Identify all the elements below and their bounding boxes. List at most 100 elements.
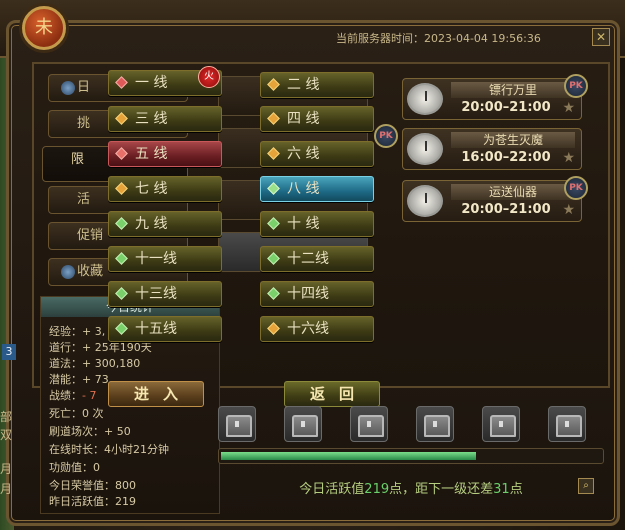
stat-value: 800	[115, 479, 136, 492]
line-button-5[interactable]: 五 线	[108, 141, 222, 167]
event-name: 运送仙器	[451, 184, 575, 200]
line-button-3[interactable]: 三 线	[108, 106, 222, 132]
line-button-4[interactable]: 四 线	[260, 106, 374, 132]
line-status-icon	[267, 78, 280, 91]
line-button-14[interactable]: 十四线	[260, 281, 374, 307]
search-icon[interactable]: ⌕	[578, 478, 594, 494]
activity-progress-bar	[218, 448, 604, 464]
stat-value: 0	[93, 461, 100, 474]
line-button-15[interactable]: 十五线	[108, 316, 222, 342]
stat-row: 死亡：0 次	[49, 405, 104, 421]
chest-icon[interactable]	[482, 406, 520, 442]
sidebar-item-label: 挑	[77, 116, 91, 131]
line-button-13[interactable]: 十三线	[108, 281, 222, 307]
chest-icon[interactable]	[350, 406, 388, 442]
chest-icon[interactable]	[218, 406, 256, 442]
stat-label: 道行：	[49, 341, 82, 354]
stat-row: 功勋值：0	[49, 459, 100, 475]
event-time: 20:00–21:00	[461, 202, 551, 217]
line-status-icon	[115, 182, 128, 195]
back-button[interactable]: 返回	[284, 381, 380, 407]
game-window: 未 当前服务器时间：2023-04-04 19:56:36 ✕ 日 挑 限 活 …	[0, 0, 625, 530]
line-status-icon	[115, 76, 128, 89]
line-status-icon	[267, 147, 280, 160]
server-time-label: 当前服务器时间：	[336, 32, 424, 45]
line-button-16[interactable]: 十六线	[260, 316, 374, 342]
sidebar-item-label: 促销	[77, 228, 104, 243]
stat-row: 战绩：- 7	[49, 387, 96, 403]
line-button-9[interactable]: 九 线	[108, 211, 222, 237]
sidebar-item-label: 活	[77, 192, 91, 207]
close-button[interactable]: ✕	[592, 28, 610, 46]
line-button-10[interactable]: 十 线	[260, 211, 374, 237]
line-status-icon	[115, 217, 128, 230]
stat-row: 昨日活跃值：219	[49, 493, 136, 509]
edge-text: 月	[0, 482, 13, 496]
line-status-icon	[267, 287, 280, 300]
line-label: 十一线	[135, 251, 177, 267]
line-label: 一 线	[135, 75, 168, 91]
line-button-8[interactable]: 八 线	[260, 176, 374, 202]
line-button-12[interactable]: 十二线	[260, 246, 374, 272]
stat-label: 道法：	[49, 357, 82, 370]
activity-prefix: 今日活跃值	[299, 482, 365, 497]
emblem-char: 未	[35, 17, 53, 38]
line-label: 十三线	[135, 286, 177, 302]
emblem-icon: 未	[22, 6, 66, 50]
activity-value: 219	[364, 482, 390, 497]
stat-label: 战绩：	[49, 389, 82, 402]
stat-label: 潜能：	[49, 373, 82, 386]
line-label: 五 线	[135, 146, 168, 162]
line-label: 二 线	[287, 77, 320, 93]
clock-icon	[407, 185, 443, 217]
chest-icon[interactable]	[284, 406, 322, 442]
stat-value: - 7	[82, 389, 97, 402]
event-card[interactable]: 运送仙器 20:00–21:00 ★	[402, 180, 582, 222]
sidebar-item-label: 限	[71, 152, 85, 167]
star-icon: ★	[562, 100, 575, 116]
stat-value: + 25年190天	[82, 341, 152, 354]
clock-icon	[407, 133, 443, 165]
stat-row: 经验：+ 3,	[49, 323, 105, 339]
stat-label: 昨日活跃值：	[49, 495, 115, 508]
activity-middle: 点，距下一级还差	[389, 482, 494, 497]
stat-value: 0 次	[82, 407, 104, 420]
line-status-icon	[115, 252, 128, 265]
stat-row: 道法：+ 300,180	[49, 355, 140, 371]
line-button-2[interactable]: 二 线	[260, 72, 374, 98]
stat-value: + 300,180	[82, 357, 141, 370]
level-badge: 3	[2, 344, 16, 360]
line-status-icon	[115, 287, 128, 300]
activity-text: 今日活跃值219点，距下一级还差31点	[218, 478, 604, 497]
line-button-6[interactable]: 六 线	[260, 141, 374, 167]
stat-label: 死亡：	[49, 407, 82, 420]
line-status-icon	[267, 112, 280, 125]
line-status-icon	[115, 322, 128, 335]
line-label: 八 线	[287, 181, 320, 197]
stat-label: 功勋值：	[49, 461, 93, 474]
line-label: 十 线	[287, 216, 320, 232]
line-button-11[interactable]: 十一线	[108, 246, 222, 272]
star-icon: ★	[562, 150, 575, 166]
event-card[interactable]: 镖行万里 20:00–21:00 ★	[402, 78, 582, 120]
line-button-7[interactable]: 七 线	[108, 176, 222, 202]
line-label: 七 线	[135, 181, 168, 197]
event-card[interactable]: 为苍生灭魔 16:00–22:00 ★	[402, 128, 582, 170]
line-status-icon	[267, 182, 280, 195]
line-status-icon	[267, 252, 280, 265]
line-status-icon	[267, 217, 280, 230]
chest-icon[interactable]	[548, 406, 586, 442]
stat-row: 刷道场次：+ 50	[49, 423, 131, 439]
activity-suffix: 点	[509, 482, 523, 497]
stat-row: 在线时长：4小时21分钟	[49, 441, 169, 457]
line-label: 十五线	[135, 321, 177, 337]
event-name: 镖行万里	[451, 82, 575, 98]
pk-badge: PK	[374, 124, 398, 148]
chest-icon[interactable]	[416, 406, 454, 442]
line-label: 六 线	[287, 146, 320, 162]
stat-label: 今日荣誉值：	[49, 479, 115, 492]
enter-button[interactable]: 进入	[108, 381, 204, 407]
stat-value: 219	[115, 495, 136, 508]
line-label: 三 线	[135, 111, 168, 127]
line-label: 十四线	[287, 286, 329, 302]
